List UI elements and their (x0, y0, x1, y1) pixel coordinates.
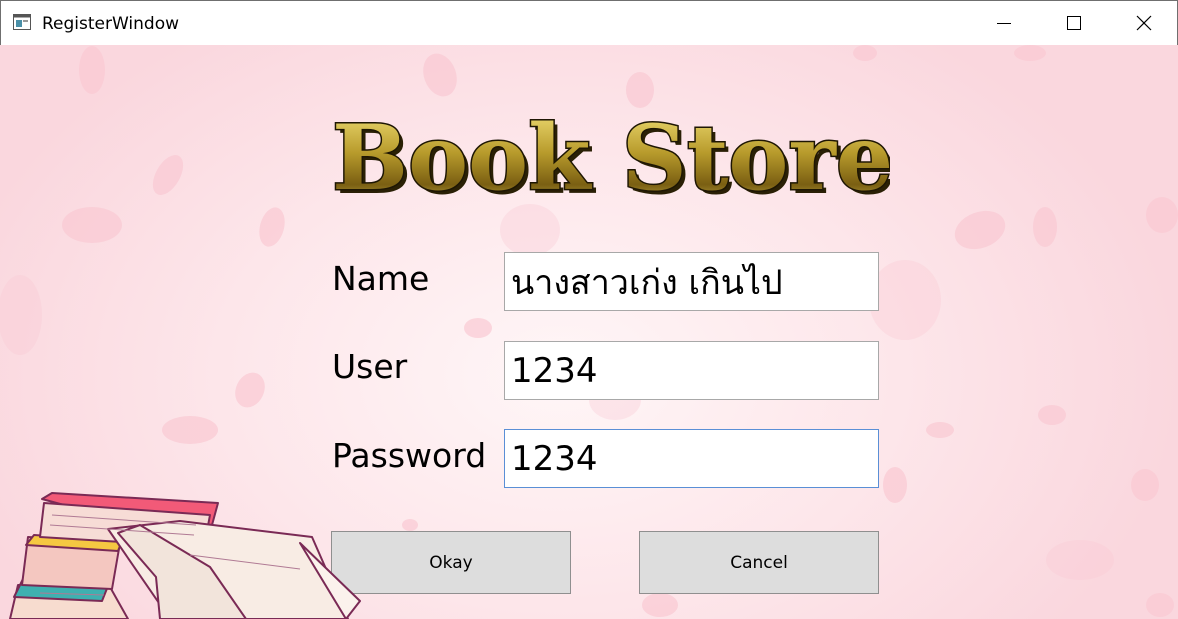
user-input[interactable] (504, 341, 879, 400)
minimize-icon (997, 23, 1011, 24)
title-bar[interactable]: RegisterWindow (0, 0, 1178, 45)
window-title: RegisterWindow (42, 14, 180, 34)
close-icon (1136, 15, 1152, 31)
books-illustration-icon (9, 492, 361, 619)
password-input[interactable] (504, 429, 879, 488)
cancel-button[interactable]: Cancel (639, 531, 879, 594)
password-label: Password (332, 436, 487, 475)
logo-text: Book Store (332, 105, 890, 211)
book-store-logo: Book Store Book Store (331, 104, 891, 212)
user-label: User (332, 347, 408, 386)
maximize-icon (1067, 16, 1081, 30)
app-icon (13, 14, 31, 30)
register-form-area: Book Store Book Store Name User Password… (0, 45, 1178, 619)
name-label: Name (332, 259, 430, 298)
minimize-button[interactable] (969, 1, 1039, 46)
name-input[interactable] (504, 252, 879, 311)
maximize-button[interactable] (1039, 1, 1109, 46)
close-button[interactable] (1109, 1, 1178, 46)
